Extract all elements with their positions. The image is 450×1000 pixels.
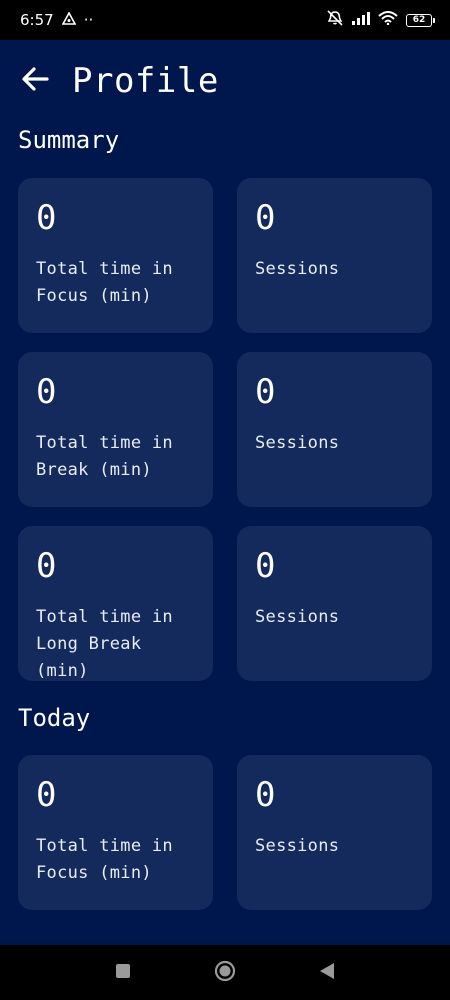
triangle-back-icon [319,962,335,984]
summary-focus-time-card: 0 Total time in Focus (min) [18,178,213,333]
wifi-icon [378,11,398,29]
today-section-title: Today [18,704,91,732]
summary-focus-time-value: 0 [36,198,57,238]
today-focus-sessions-value: 0 [255,775,276,815]
system-nav-bar [0,945,450,1000]
today-focus-time-card: 0 Total time in Focus (min) [18,755,213,910]
summary-break-time-value: 0 [36,372,57,412]
today-focus-sessions-label: Sessions [255,836,340,856]
today-focus-time-label: Total time in Focus (min) [36,836,173,883]
page-title: Profile [72,61,219,101]
today-focus-sessions-card: 0 Sessions [237,755,432,910]
battery-level: 62 [412,15,426,25]
summary-long-break-time-card: 0 Total time in Long Break (min) [18,526,213,681]
summary-focus-sessions-label: Sessions [255,259,340,279]
status-time: 6:57 [20,11,54,29]
home-button[interactable] [213,960,237,986]
arrow-left-icon [21,66,49,96]
triangle-notification-icon [61,11,77,29]
back-button[interactable] [20,66,50,96]
summary-break-sessions-value: 0 [255,372,276,412]
status-bar: 6:57 ·· 62 [0,0,450,40]
summary-break-time-label: Total time in Break (min) [36,433,173,480]
status-left: 6:57 ·· [20,11,93,29]
summary-break-time-card: 0 Total time in Break (min) [18,352,213,507]
recents-button[interactable] [111,961,135,985]
bell-muted-icon [326,10,344,30]
status-right: 62 [326,10,435,30]
summary-focus-sessions-value: 0 [255,198,276,238]
app-header: Profile [20,58,219,104]
summary-section-title: Summary [18,126,120,154]
summary-long-break-sessions-value: 0 [255,546,276,586]
summary-break-sessions-card: 0 Sessions [237,352,432,507]
today-focus-time-value: 0 [36,775,57,815]
signal-icon [352,11,370,29]
circle-icon [214,960,236,986]
profile-screen: 6:57 ·· 62 Profile Summary 0 Total time … [0,0,450,1000]
summary-long-break-time-value: 0 [36,546,57,586]
summary-long-break-sessions-label: Sessions [255,607,340,627]
summary-long-break-time-label: Total time in Long Break (min) [36,607,173,681]
system-back-button[interactable] [315,961,339,985]
battery-icon: 62 [406,13,435,27]
summary-long-break-sessions-card: 0 Sessions [237,526,432,681]
square-icon [115,963,131,983]
summary-break-sessions-label: Sessions [255,433,340,453]
status-dots: ·· [83,11,94,29]
summary-focus-sessions-card: 0 Sessions [237,178,432,333]
summary-focus-time-label: Total time in Focus (min) [36,259,173,306]
